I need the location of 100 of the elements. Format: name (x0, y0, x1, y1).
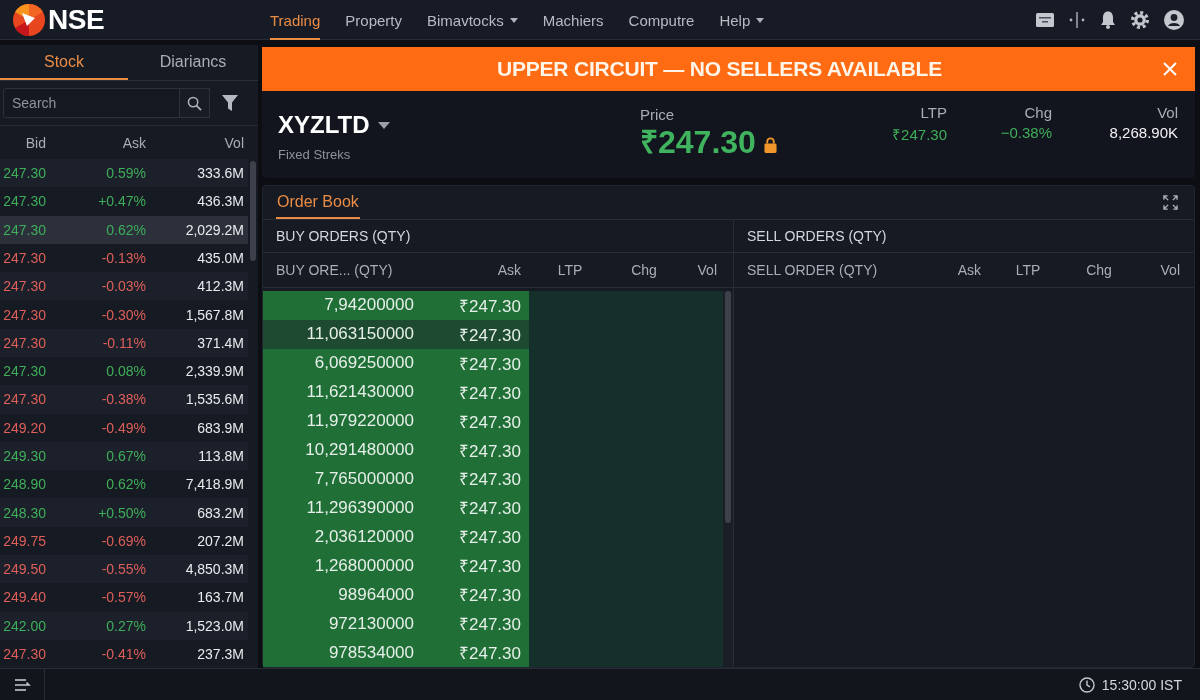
buy-order-row[interactable]: 10,291480000 ₹247.30 (263, 435, 529, 465)
buy-order-row[interactable]: 11,296390000 ₹247.30 (263, 493, 529, 523)
ask-cell-text: +0.47% (97, 193, 146, 210)
vol-cell-text: 435.0M (196, 250, 244, 266)
buy-order-row[interactable]: 11,063150000 ₹247.30 (263, 319, 529, 349)
watchlist-row[interactable]: 248.30 +0.50% 683.2M (0, 498, 248, 527)
nav-tab[interactable]: Machiers (542, 0, 604, 40)
caret-icon (509, 17, 518, 23)
buy-order-row[interactable]: 7,94200000 ₹247.30 (263, 291, 529, 320)
filter-icon[interactable] (222, 95, 238, 111)
bid-cell-text: 247.30 (2, 306, 46, 323)
nav-tab[interactable]: Help (719, 0, 765, 40)
stat-label: Vol (1157, 104, 1178, 121)
stat-label: LTP (920, 104, 947, 121)
section-title: SELL ORDERS (QTY) (746, 228, 887, 244)
bid-cell-text: 247.30 (2, 391, 46, 408)
card-icon[interactable] (1036, 12, 1054, 27)
ask-cell-text: -0.41% (100, 645, 146, 662)
vol-cell-text: 2,339.9M (184, 363, 244, 380)
ask-cell-text: -0.49% (100, 419, 146, 436)
search-icon (187, 95, 202, 111)
quantity-cell-text: 972130000 (327, 613, 415, 634)
vol-cell-text: 1,535.6M (184, 391, 244, 408)
bell-icon[interactable] (1100, 10, 1116, 29)
watchlist-row[interactable]: 249.50 -0.55% 4,850.3M (0, 554, 248, 584)
column-header: LTP (1014, 262, 1042, 278)
ask-cell-text: 0.62% (105, 221, 146, 238)
price-cell-text: ₹247.30 (458, 324, 522, 346)
search-button[interactable] (180, 88, 210, 118)
ask-cell-text: -0.03% (100, 278, 146, 295)
watchlist-row[interactable]: 249.30 0.67% 113.8M (0, 441, 248, 471)
price-cell-text: ₹247.30 (458, 498, 522, 520)
column-header: Vol (1159, 262, 1181, 278)
vol-cell-text: 207.2M (196, 532, 244, 549)
watchlist-row[interactable]: 247.30 -0.11% 371.4M (0, 328, 248, 357)
price-cell-text: ₹247.30 (458, 440, 522, 462)
nav-tab[interactable]: Trading (270, 0, 321, 40)
nav-tab[interactable]: Computre (628, 0, 695, 40)
column-header: Vol (696, 262, 718, 278)
bid-cell-text: 247.30 (2, 193, 46, 210)
alert-text: UPPER CIRCUIT — NO SELLERS AVAILABLE (496, 57, 943, 81)
column-header: Ask (121, 134, 146, 151)
watchlist-row[interactable]: 247.30 0.59% 333.6M (0, 159, 248, 188)
stat-label: Chg (1024, 104, 1052, 121)
price-cell-text: ₹247.30 (458, 585, 522, 607)
caret-icon (756, 17, 765, 23)
bid-cell-text: 249.50 (2, 561, 46, 578)
price-cell-text: ₹247.30 (458, 556, 522, 578)
scrollbar-thumb[interactable] (725, 291, 731, 523)
quantity-cell-text: 11,979220000 (305, 411, 415, 432)
expand-icon[interactable] (1163, 195, 1178, 210)
ask-cell-text: 0.67% (105, 447, 146, 464)
bid-cell-text: 247.30 (2, 250, 46, 266)
quantity-cell-text: 98964000 (337, 584, 415, 605)
watchlist-row[interactable]: 247.30 0.62% 2,029.2M (0, 215, 248, 244)
search-field[interactable]: Search (3, 88, 180, 118)
close-icon[interactable] (1163, 62, 1177, 76)
ask-cell-text: -0.13% (100, 250, 146, 266)
buy-order-row[interactable]: 11,621430000 ₹247.30 (263, 377, 529, 407)
list-icon[interactable] (15, 677, 31, 692)
column-header: Ask (496, 262, 522, 278)
stat-value: 8,268.90K (1109, 124, 1178, 141)
ask-cell-text: 0.08% (105, 363, 146, 380)
column-header: Chg (630, 262, 658, 278)
quantity-cell-text: 978534000 (327, 642, 415, 663)
ask-cell-text: +0.50% (97, 504, 146, 521)
nav-tab[interactable]: Bimavtocks (427, 0, 518, 40)
quantity-cell-text: 11,063150000 (305, 324, 415, 345)
divider-icon[interactable] (1069, 11, 1085, 28)
buy-order-row[interactable]: 1,268000000 ₹247.30 (263, 551, 529, 581)
watchlist-row[interactable]: 247.30 -0.38% 1,535.6M (0, 385, 248, 414)
settings-icon[interactable] (1131, 10, 1149, 29)
bid-cell-text: 247.30 (2, 334, 46, 351)
vol-cell-text: 4,850.3M (184, 561, 244, 578)
buy-order-row[interactable]: 2,036120000 ₹247.30 (263, 522, 529, 552)
panel-tab[interactable]: Diariancs (128, 45, 258, 80)
watchlist-row[interactable]: 242.00 0.27% 1,523.0M (0, 611, 248, 640)
quantity-cell-text: 11,621430000 (305, 382, 415, 403)
buy-order-row[interactable]: 6,069250000 ₹247.30 (263, 348, 529, 378)
ask-cell-text: -0.11% (101, 334, 146, 351)
panel-tab[interactable]: Stock (0, 45, 128, 80)
quantity-cell-text: 2,036120000 (313, 526, 415, 547)
nav-tab[interactable]: Property (345, 0, 402, 40)
user-icon[interactable] (1164, 9, 1184, 30)
buy-order-row[interactable]: 978534000 ₹247.30 (263, 638, 529, 667)
panel-tab[interactable]: Order Book (276, 186, 360, 219)
buy-order-row[interactable]: 11,979220000 ₹247.30 (263, 406, 529, 436)
watchlist-row[interactable]: 247.30 -0.03% 412.3M (0, 272, 248, 301)
buy-order-row[interactable]: 98964000 ₹247.30 (263, 580, 529, 610)
symbol-selector[interactable]: XYZLTD (278, 111, 390, 139)
vol-cell-text: 1,567.8M (184, 306, 244, 323)
buy-order-row[interactable]: 972130000 ₹247.30 (263, 609, 529, 639)
ask-cell-text: -0.69% (100, 532, 146, 549)
column-header: Ask (956, 262, 982, 278)
stat-value: ₹247.30 (892, 125, 947, 144)
price-cell-text: ₹247.30 (458, 469, 522, 491)
buy-order-row[interactable]: 7,765000000 ₹247.30 (263, 464, 529, 494)
bid-cell-text: 249.20 (2, 419, 46, 436)
scrollbar-thumb[interactable] (250, 161, 256, 261)
logo-text: NSE (48, 3, 105, 36)
